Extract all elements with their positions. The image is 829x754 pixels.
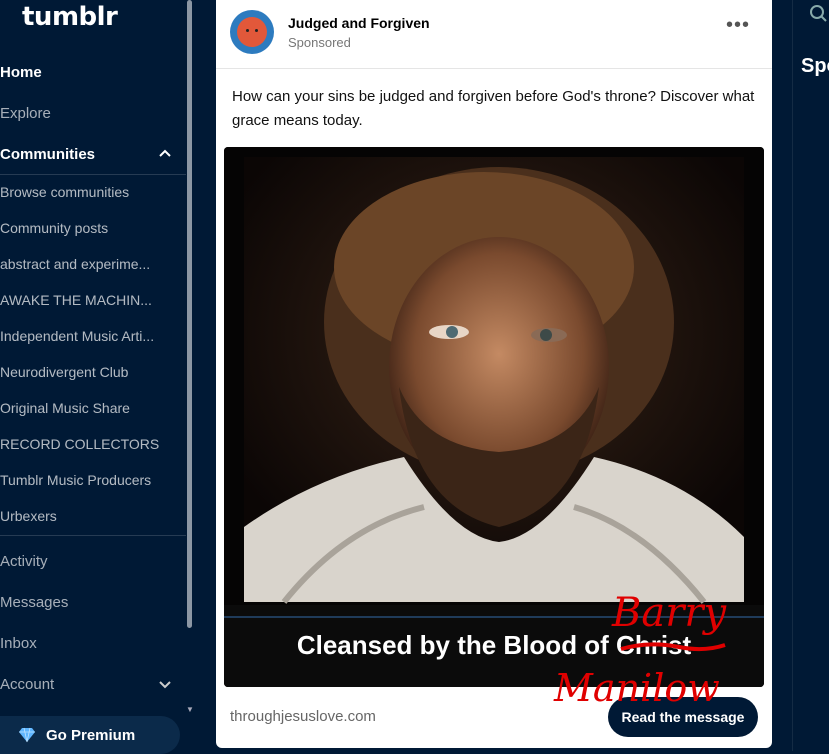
handwritten-annotation-bottom: Manilow xyxy=(554,666,720,710)
sidebar-divider xyxy=(0,535,186,536)
community-item[interactable]: Independent Music Arti... xyxy=(0,321,186,351)
community-item[interactable]: Tumblr Music Producers xyxy=(0,465,186,495)
scroll-down-arrow-icon[interactable]: ▼ xyxy=(186,705,194,714)
blog-name[interactable]: Judged and Forgiven xyxy=(288,15,430,31)
sponsored-label: Sponsored xyxy=(288,35,351,50)
nav-communities[interactable]: Communities xyxy=(0,136,186,172)
nav-account[interactable]: Account xyxy=(0,666,186,702)
community-item[interactable]: Neurodivergent Club xyxy=(0,357,186,387)
avatar-face-icon xyxy=(237,17,267,47)
nav-messages[interactable]: Messages xyxy=(0,584,186,620)
community-item[interactable]: Original Music Share xyxy=(0,393,186,423)
handwritten-annotation-top: Barry xyxy=(612,590,727,636)
go-premium-button[interactable]: Go Premium xyxy=(0,716,180,754)
right-panel-heading: Spo xyxy=(801,55,829,77)
sidebar-scrollbar[interactable] xyxy=(187,0,192,628)
community-item[interactable]: RECORD COLLECTORS xyxy=(0,429,186,459)
tumblr-logo[interactable]: tumblr xyxy=(22,2,118,32)
chevron-down-icon xyxy=(159,681,171,689)
nav-account-label: Account xyxy=(0,675,55,693)
right-panel: Spo xyxy=(792,0,829,751)
post-body-text: How can your sins be judged and forgiven… xyxy=(232,88,755,129)
nav-inbox[interactable]: Inbox xyxy=(0,625,186,661)
nav-activity[interactable]: Activity xyxy=(0,543,186,579)
go-premium-label: Go Premium xyxy=(46,726,136,744)
ad-domain-link[interactable]: throughjesuslove.com xyxy=(230,708,376,725)
community-posts[interactable]: Community posts xyxy=(0,213,186,243)
post-header-divider xyxy=(216,68,772,69)
nav-home[interactable]: Home xyxy=(0,54,186,90)
blog-avatar[interactable] xyxy=(230,10,274,54)
sidebar: tumblr Home Explore Communities Browse c… xyxy=(0,0,196,754)
diamond-icon xyxy=(19,727,35,743)
community-item[interactable]: abstract and experime... xyxy=(0,249,186,279)
more-options-icon[interactable]: ••• xyxy=(726,15,750,35)
sidebar-divider xyxy=(0,174,186,175)
search-icon[interactable] xyxy=(809,4,827,22)
nav-communities-label: Communities xyxy=(0,145,96,163)
nav-explore[interactable]: Explore xyxy=(0,95,186,131)
community-item[interactable]: AWAKE THE MACHIN... xyxy=(0,285,186,315)
chevron-up-icon xyxy=(159,149,171,157)
community-item[interactable]: Urbexers xyxy=(0,501,186,531)
strikethrough-scribble xyxy=(620,642,726,652)
community-browse[interactable]: Browse communities xyxy=(0,177,186,207)
